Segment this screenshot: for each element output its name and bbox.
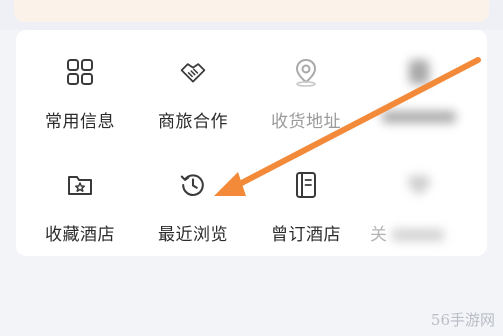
menu-item-label-blurred xyxy=(391,229,444,241)
menu-item-label: 商旅合作 xyxy=(158,112,228,132)
menu-item-favorite-hotels[interactable]: 收藏酒店 xyxy=(25,153,135,253)
blurred-heart-icon xyxy=(405,171,433,199)
menu-item-label: 收货地址 xyxy=(271,112,341,132)
notebook-icon xyxy=(292,171,320,199)
watermark: 56手游网 xyxy=(430,311,495,329)
menu-item-recently-viewed[interactable]: 最近浏览 xyxy=(138,153,248,253)
services-grid: 常用信息 商旅合作 收货地址 收藏酒店 最近浏览 曾订酒店 关 xyxy=(16,30,487,256)
blurred-icon xyxy=(405,58,433,86)
menu-item-label: 关 xyxy=(364,220,474,245)
menu-item-label: 收藏酒店 xyxy=(45,225,115,245)
menu-item-label: 曾订酒店 xyxy=(271,225,341,245)
menu-item-hidden[interactable] xyxy=(364,40,474,140)
menu-item-label: 常用信息 xyxy=(45,112,115,132)
page-background xyxy=(0,256,503,336)
menu-item-business-travel[interactable]: 商旅合作 xyxy=(138,40,248,140)
folder-star-icon xyxy=(66,171,94,199)
top-card xyxy=(14,0,489,22)
menu-item-common-info[interactable]: 常用信息 xyxy=(25,40,135,140)
menu-item-follow[interactable]: 关 xyxy=(364,153,474,253)
menu-item-label-text: 关 xyxy=(370,225,388,245)
top-card-strip xyxy=(0,0,503,30)
handshake-icon xyxy=(179,58,207,86)
history-clock-icon xyxy=(179,171,207,199)
menu-item-booked-hotels[interactable]: 曾订酒店 xyxy=(251,153,361,253)
grid-icon xyxy=(66,58,94,86)
menu-item-shipping-address[interactable]: 收货地址 xyxy=(251,40,361,140)
menu-item-label: 最近浏览 xyxy=(158,225,228,245)
menu-item-label-blurred xyxy=(364,107,474,132)
location-pin-icon xyxy=(292,58,320,87)
